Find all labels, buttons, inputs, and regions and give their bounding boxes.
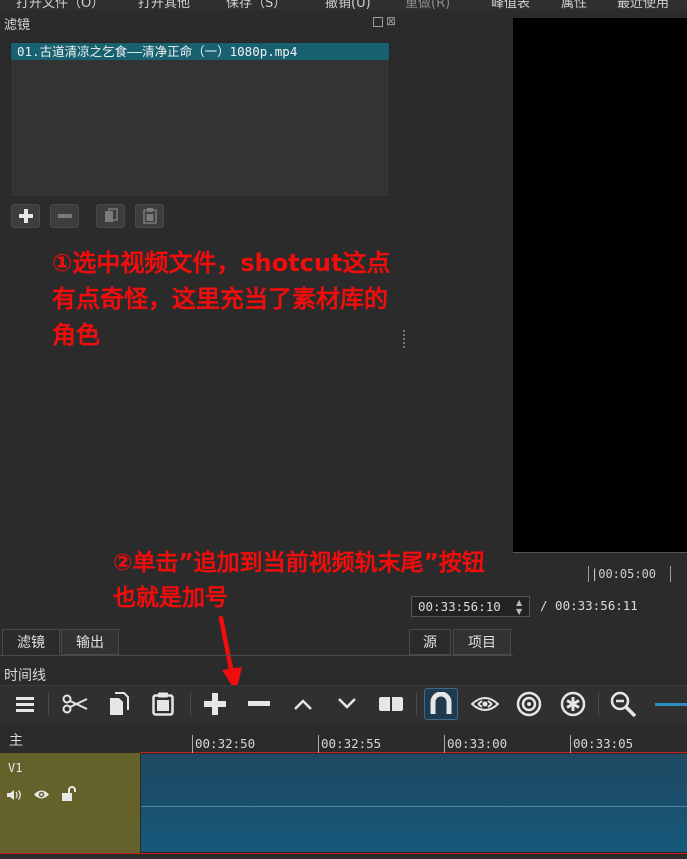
copy-icon <box>110 692 129 715</box>
timeline-title: 时间线 <box>4 668 46 684</box>
zoom-out-icon <box>610 691 636 717</box>
paste-icon <box>152 692 174 716</box>
tab-filters[interactable]: 滤镜 <box>2 629 60 655</box>
menu-open-other[interactable]: 打开其他 <box>138 0 190 10</box>
eye-icon[interactable] <box>33 788 50 801</box>
copy-button[interactable] <box>102 688 136 720</box>
ripple-all-tracks-button[interactable] <box>556 688 590 720</box>
magnet-icon <box>430 692 452 714</box>
player-ruler-tick <box>588 566 589 582</box>
copy-icon <box>104 208 118 222</box>
ruler-label: 00:32:55 <box>321 736 382 751</box>
plus-icon <box>204 693 226 715</box>
annotation-line: ②单击”追加到当前视频轨末尾”按钮 <box>113 550 485 576</box>
ruler-label: 00:33:05 <box>573 736 634 751</box>
ruler-tick <box>318 735 319 753</box>
lift-button[interactable] <box>286 688 320 720</box>
ripple-button[interactable] <box>512 688 546 720</box>
ruler-tick <box>192 735 193 753</box>
append-button[interactable] <box>198 688 232 720</box>
annotation-line: ①选中视频文件，shotcut这点 <box>52 249 391 277</box>
add-filter-button[interactable] <box>11 204 40 228</box>
timeline-menu-button[interactable] <box>8 688 42 720</box>
menu-save[interactable]: 保存（S） <box>226 0 286 10</box>
video-preview[interactable] <box>513 18 687 552</box>
annotation-arrow-icon <box>218 615 242 692</box>
audio-mute-icon[interactable] <box>6 789 22 801</box>
toolbar-separator <box>190 692 191 716</box>
splitter-handle[interactable] <box>403 330 405 348</box>
master-track-label: 主 <box>9 733 23 749</box>
overwrite-button[interactable] <box>330 688 364 720</box>
tab-source[interactable]: 源 <box>409 629 451 655</box>
spin-up-icon[interactable]: ▲ <box>516 598 522 607</box>
zoom-out-button[interactable] <box>606 688 640 720</box>
scissors-icon <box>62 694 88 714</box>
menu-open-file[interactable]: 打开文件（O） <box>16 0 104 10</box>
unlock-icon[interactable] <box>61 786 77 802</box>
annotation-line: 有点奇怪，这里充当了素材库的 <box>52 285 388 313</box>
clip-waveform-divider <box>141 806 687 807</box>
chevron-up-icon <box>294 699 312 710</box>
annotation-step-1: ①选中视频文件，shotcut这点 有点奇怪，这里充当了素材库的 角色 <box>52 245 390 353</box>
split-button[interactable] <box>374 688 408 720</box>
ruler-tick <box>570 735 571 753</box>
ruler-tick <box>444 735 445 753</box>
remove-filter-button[interactable] <box>50 204 79 228</box>
player-ruler-tick <box>670 566 671 582</box>
remove-button[interactable] <box>242 688 276 720</box>
filters-panel-title: 滤镜 <box>4 18 31 33</box>
close-panel-icon[interactable]: ⊠ <box>386 15 396 27</box>
float-panel-icon[interactable] <box>373 17 383 27</box>
paste-filter-button[interactable] <box>135 204 164 228</box>
video-clip[interactable] <box>141 754 687 852</box>
menu-redo[interactable]: 重做(R) <box>405 0 450 10</box>
tab-output[interactable]: 输出 <box>61 629 119 655</box>
timeline-ruler[interactable]: 00:32:50 00:32:55 00:33:00 00:33:05 <box>140 725 687 753</box>
paste-icon <box>142 208 157 224</box>
menu-undo[interactable]: 撤销(U) <box>325 0 371 10</box>
menu-bar: 打开文件（O） 打开其他 保存（S） 撤销(U) 重做(R) 峰值表 属性 最近… <box>0 0 687 10</box>
asterisk-icon <box>560 691 586 717</box>
minus-icon <box>57 214 72 218</box>
file-list[interactable] <box>10 42 390 197</box>
ruler-label: 00:33:00 <box>447 736 508 751</box>
total-duration: / 00:33:56:11 <box>540 598 638 613</box>
menu-properties[interactable]: 属性 <box>561 0 587 10</box>
paste-button[interactable] <box>146 688 180 720</box>
file-list-item[interactable]: 01.古道清凉之乞食——清净正命（一）1080p.mp4 <box>11 43 389 60</box>
annotation-line: 角色 <box>52 321 100 349</box>
scrub-button[interactable] <box>468 688 502 720</box>
snap-button[interactable] <box>424 688 458 720</box>
ruler-label: 00:32:50 <box>195 736 256 751</box>
eye-icon <box>471 697 499 711</box>
zoom-slider[interactable] <box>655 703 687 706</box>
cut-button[interactable] <box>58 688 92 720</box>
player-ruler-label: |00:05:00 <box>591 567 657 581</box>
menu-recent[interactable]: 最近使用 <box>617 0 669 10</box>
toolbar-separator <box>48 692 49 716</box>
current-time-input[interactable]: 00:33:56:10 <box>411 596 530 617</box>
tab-divider <box>0 655 513 656</box>
toolbar-separator <box>416 692 417 716</box>
chevron-down-icon <box>338 698 356 709</box>
copy-filter-button[interactable] <box>96 204 125 228</box>
timeline-bottom-border <box>0 853 687 859</box>
plus-icon <box>18 209 33 223</box>
target-icon <box>516 691 542 717</box>
minus-icon <box>248 701 270 706</box>
tab-project[interactable]: 项目 <box>453 629 511 655</box>
toolbar-separator <box>598 692 599 716</box>
split-icon <box>379 696 403 712</box>
menu-peak-meter[interactable]: 峰值表 <box>491 0 530 10</box>
track-name: V1 <box>8 761 23 775</box>
spin-down-icon[interactable]: ▼ <box>516 607 522 616</box>
hamburger-icon <box>16 697 34 712</box>
